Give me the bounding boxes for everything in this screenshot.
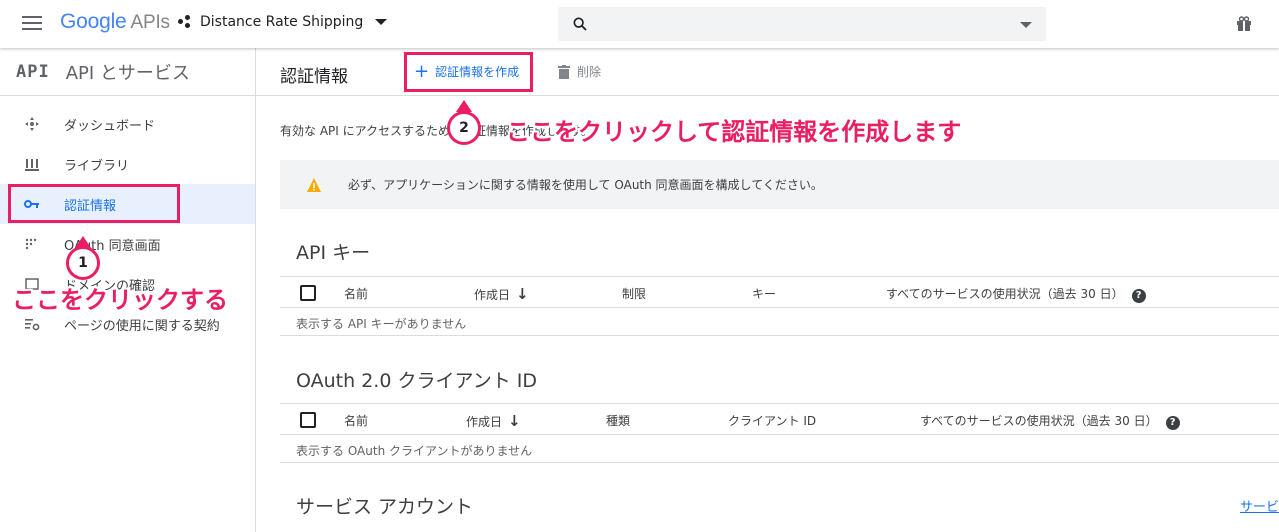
library-icon xyxy=(25,159,39,171)
column-header-usage: すべてのサービスの使用状況（過去 30 日）? xyxy=(920,412,1180,430)
sidebar-title: API とサービス xyxy=(65,62,190,84)
consent-icon xyxy=(25,238,37,250)
settings-list-icon xyxy=(25,319,40,331)
api-keys-title: API キー xyxy=(296,242,371,264)
delete-button[interactable]: 削除 xyxy=(558,63,601,80)
action-bar: 認証情報 + 認証情報を作成 削除 xyxy=(256,48,1279,96)
sidebar-item-oauth-consent[interactable]: OAuth 同意画面 xyxy=(0,224,255,264)
search-input[interactable] xyxy=(600,7,1000,41)
column-header: すべてのサービスの使用状況（過去 30 日） xyxy=(920,414,1158,428)
annotation-text-1: ここをクリックする xyxy=(12,286,228,314)
trash-icon xyxy=(558,64,570,79)
search-dropdown-icon[interactable] xyxy=(1020,22,1032,28)
manage-service-accounts-link[interactable]: サービ xyxy=(1240,496,1279,515)
create-credentials-button[interactable]: + 認証情報を作成 xyxy=(414,60,520,82)
sidebar-item-library[interactable]: ライブラリ xyxy=(0,144,255,184)
sidebar-header: API API とサービス xyxy=(0,48,255,96)
warning-banner: 必ず、アプリケーションに関する情報を使用して OAuth 同意画面を構成してくだ… xyxy=(280,160,1279,209)
gift-icon[interactable] xyxy=(1236,16,1252,32)
logo-apis: APIs xyxy=(130,12,171,33)
empty-message: 表示する OAuth クライアントがありません xyxy=(296,444,533,458)
help-icon[interactable]: ? xyxy=(1165,416,1180,430)
column-header: すべてのサービスの使用状況（過去 30 日） xyxy=(886,287,1124,301)
sidebar-item-label: ライブラリ xyxy=(64,158,130,174)
logo-google: Google xyxy=(60,10,127,33)
google-apis-logo[interactable]: Google APIs xyxy=(60,10,170,34)
oauth-clients-title: OAuth 2.0 クライアント ID xyxy=(296,370,537,392)
sidebar-item-label: 認証情報 xyxy=(64,198,117,214)
delete-label: 削除 xyxy=(577,65,602,79)
column-header-usage: すべてのサービスの使用状況（過去 30 日）? xyxy=(886,285,1146,303)
api-keys-table-header: 名前 作成日 ↓ 制限 キー すべてのサービスの使用状況（過去 30 日）? xyxy=(280,276,1279,308)
sidebar-item-label: ダッシュボード xyxy=(64,118,156,134)
search-icon xyxy=(573,17,587,31)
column-header: クライアント ID xyxy=(728,414,817,428)
column-header: 作成日 xyxy=(474,288,511,302)
select-all-checkbox[interactable] xyxy=(300,285,316,301)
api-logo-icon: API xyxy=(16,61,50,82)
menu-icon[interactable] xyxy=(22,16,42,32)
column-header-sortable[interactable]: 作成日 ↓ xyxy=(466,412,521,430)
project-dots-icon xyxy=(178,15,192,29)
arrow-down-icon: ↓ xyxy=(508,412,521,430)
warning-text: 必ず、アプリケーションに関する情報を使用して OAuth 同意画面を構成してくだ… xyxy=(348,178,823,192)
sidebar-item-label: ページの使用に関する契約 xyxy=(64,318,220,334)
plus-icon: + xyxy=(414,60,430,82)
oauth-clients-table-header: 名前 作成日 ↓ 種類 クライアント ID すべてのサービスの使用状況（過去 30… xyxy=(280,403,1279,435)
select-all-checkbox[interactable] xyxy=(300,412,316,428)
empty-message: 表示する API キーがありません xyxy=(296,317,467,331)
help-icon[interactable]: ? xyxy=(1131,289,1146,303)
warning-icon xyxy=(307,177,321,192)
column-header: キー xyxy=(752,287,777,301)
column-header-sortable[interactable]: 作成日 ↓ xyxy=(474,285,529,303)
annotation-text-2: ここをクリックして認証情報を作成します xyxy=(506,118,962,146)
sidebar-item-credentials[interactable]: 認証情報 xyxy=(0,184,255,224)
column-header: 作成日 xyxy=(466,415,503,429)
key-icon xyxy=(24,200,39,208)
column-header: 制限 xyxy=(622,287,647,301)
column-header[interactable]: 名前 xyxy=(344,285,368,302)
arrow-down-icon: ↓ xyxy=(516,285,529,303)
oauth-clients-empty-row: 表示する OAuth クライアントがありません xyxy=(280,435,1279,463)
column-header: 種類 xyxy=(606,414,631,428)
project-selector[interactable]: Distance Rate Shipping xyxy=(178,14,388,30)
step-badge-1: 1 xyxy=(66,246,100,280)
top-app-bar: Google APIs Distance Rate Shipping xyxy=(0,0,1279,48)
search-bar[interactable] xyxy=(558,7,1046,41)
sidebar-item-dashboard[interactable]: ダッシュボード xyxy=(0,104,255,144)
dashboard-icon xyxy=(25,117,39,131)
column-header[interactable]: 名前 xyxy=(344,412,368,429)
project-name: Distance Rate Shipping xyxy=(200,14,364,30)
chevron-down-icon xyxy=(375,19,388,25)
step-badge-2: 2 xyxy=(447,111,481,145)
service-accounts-title: サービス アカウント xyxy=(296,496,474,518)
page-title: 認証情報 xyxy=(280,67,348,87)
api-keys-empty-row: 表示する API キーがありません xyxy=(280,308,1279,336)
create-credentials-label: 認証情報を作成 xyxy=(435,65,520,79)
